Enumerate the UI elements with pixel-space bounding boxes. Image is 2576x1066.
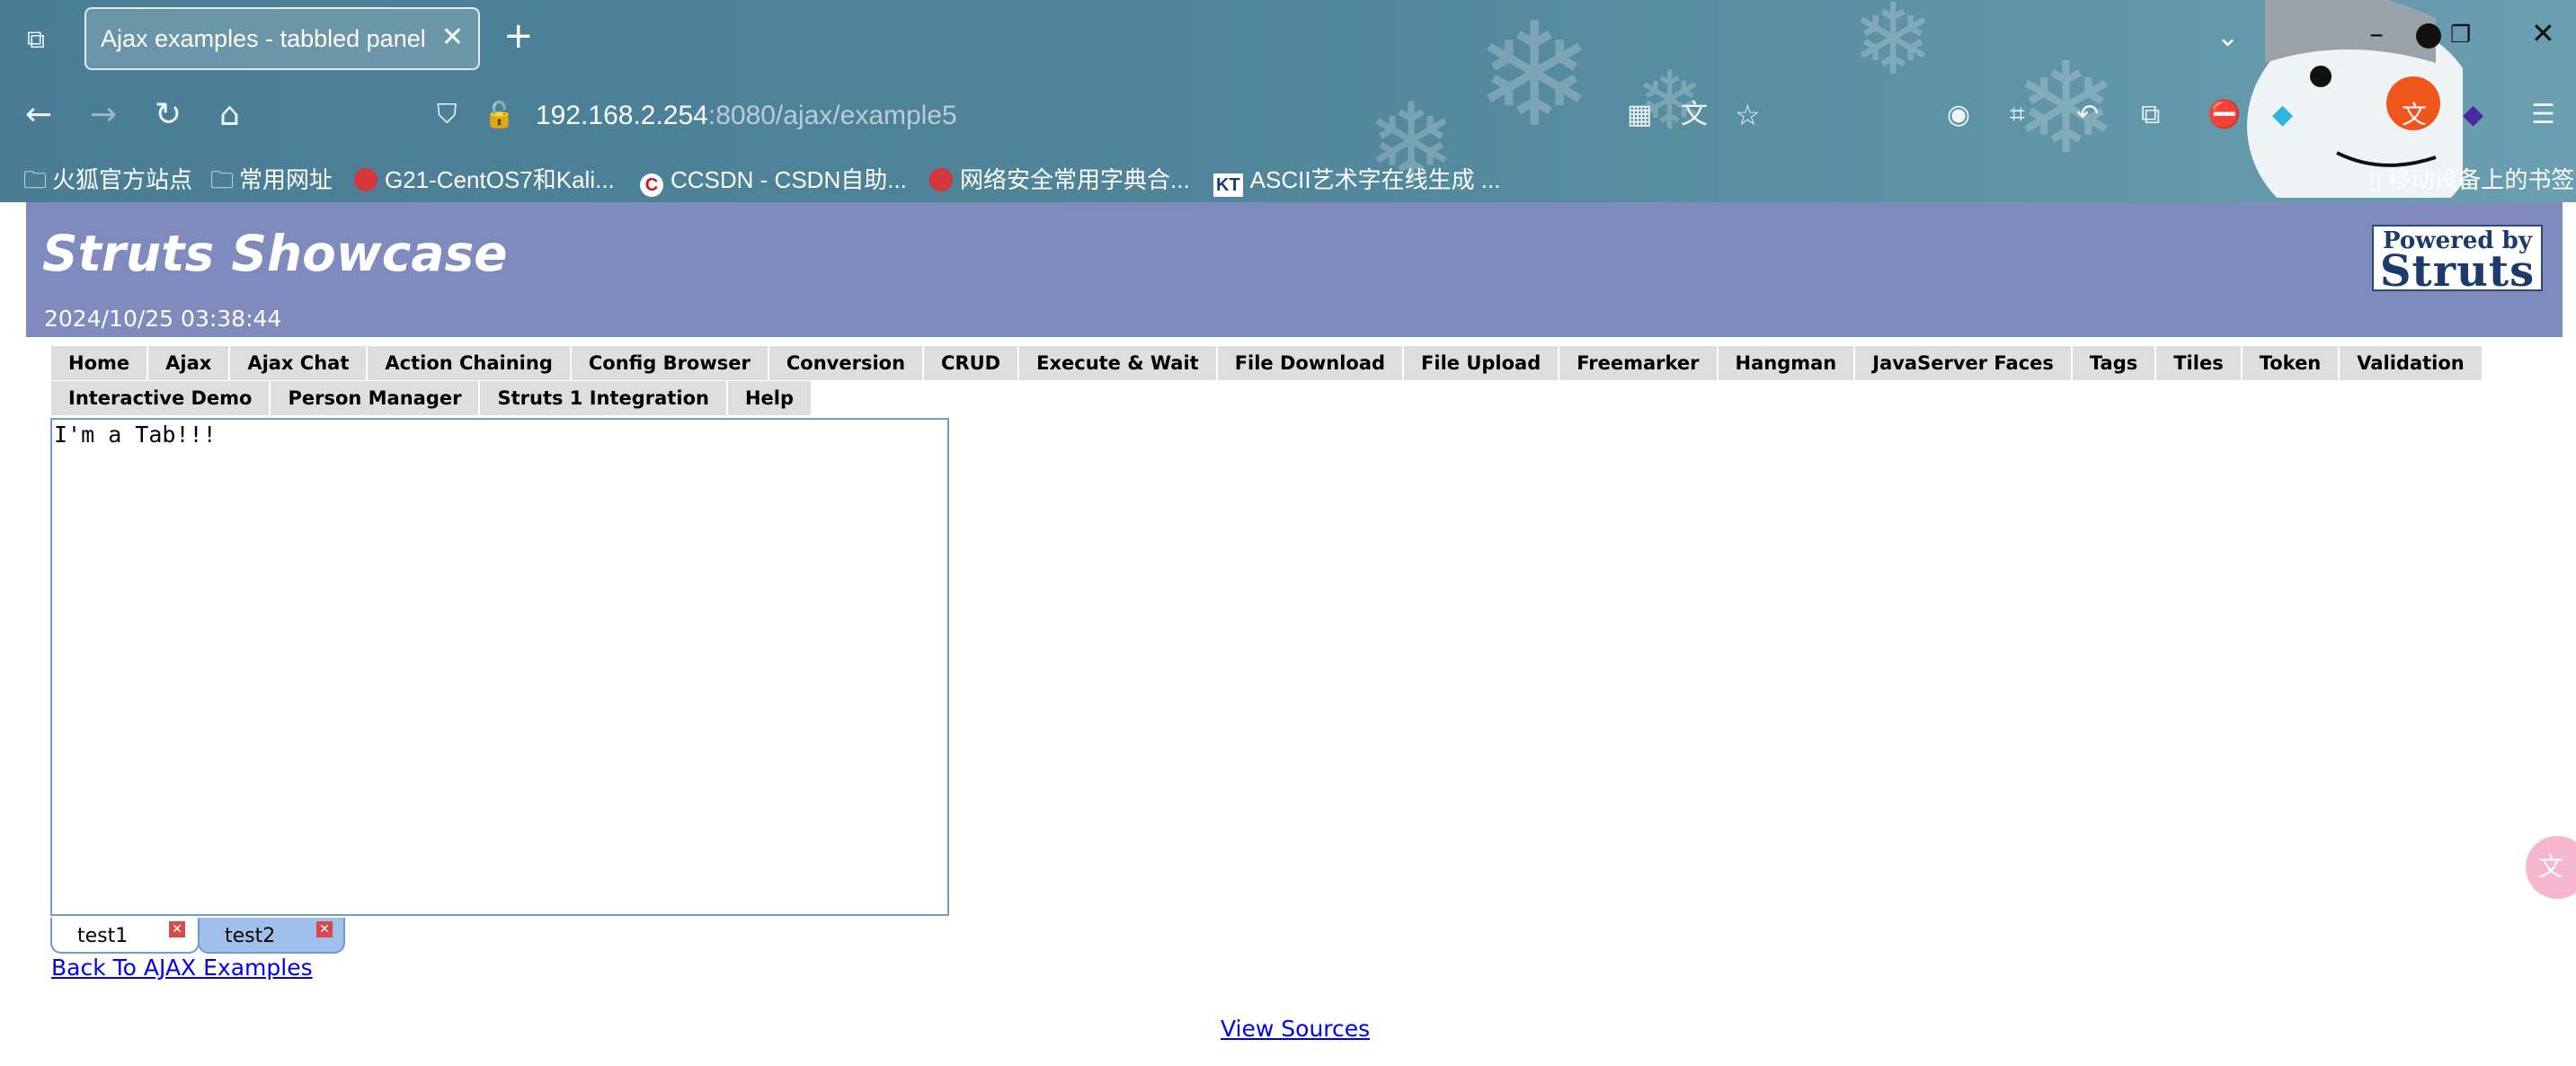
close-tab-icon[interactable]: ✕ xyxy=(316,921,333,937)
insecure-lock-icon[interactable]: 🔓 xyxy=(484,97,515,133)
bookmark-label: CCSDN - CSDN自助... xyxy=(671,166,907,193)
menu-item-tiles[interactable]: Tiles xyxy=(2156,346,2243,380)
menu-item-action-chaining[interactable]: Action Chaining xyxy=(368,346,572,380)
menu-item-freemarker[interactable]: Freemarker xyxy=(1559,346,1719,380)
qr-code-icon[interactable]: ▦ xyxy=(1627,97,1652,133)
blocker-extension-icon[interactable]: ⛔ xyxy=(2207,97,2241,133)
menu-item-hangman[interactable]: Hangman xyxy=(1718,346,1856,380)
logo-line2: Struts xyxy=(2379,246,2536,297)
tab-test1[interactable]: test1 ✕ xyxy=(50,918,200,954)
bookmark-item[interactable]: 网络安全常用字典合... xyxy=(929,162,1190,195)
back-to-ajax-link[interactable]: Back To AJAX Examples xyxy=(51,955,313,981)
menu-item-ajax-chat[interactable]: Ajax Chat xyxy=(230,346,369,380)
translate-extension-icon[interactable]: 文 xyxy=(2402,97,2427,133)
menu-item-execute-wait[interactable]: Execute & Wait xyxy=(1019,346,1218,380)
header-datetime: 2024/10/25 03:38:44 xyxy=(44,306,282,332)
csdn-icon: C xyxy=(640,173,663,197)
tabbed-panel: I'm a Tab!!! xyxy=(50,418,949,916)
extension-icon[interactable]: ◆ xyxy=(2272,97,2293,133)
menu-item-tags[interactable]: Tags xyxy=(2072,346,2157,380)
mobile-bookmarks-label: 移动设备上的书签 xyxy=(2387,166,2575,193)
floating-translate-icon[interactable]: 文 xyxy=(2526,836,2576,899)
shield-icon[interactable]: ⛉ xyxy=(437,97,457,133)
red-circle-icon xyxy=(354,168,378,191)
menu-item-file-download[interactable]: File Download xyxy=(1217,346,1405,380)
view-sources-link[interactable]: View Sources xyxy=(1221,1016,1370,1042)
bookmark-label: 火狐官方站点 xyxy=(52,166,193,193)
tab-content-text: I'm a Tab!!! xyxy=(54,422,217,448)
url-host: 192.168.2.254 xyxy=(536,101,708,130)
reload-icon[interactable]: ↻ xyxy=(155,97,182,133)
folder-icon: 🗀 xyxy=(210,166,235,193)
mobile-bookmarks[interactable]: ▯ 移动设备上的书签 xyxy=(2369,162,2574,195)
main-menu-row1: Home Ajax Ajax Chat Action Chaining Conf… xyxy=(51,346,2483,380)
menu-item-javaserver-faces[interactable]: JavaServer Faces xyxy=(1855,346,2073,380)
minimize-icon[interactable]: – xyxy=(2369,16,2384,50)
mobile-device-icon: ▯ xyxy=(2369,166,2383,193)
menu-item-person-manager[interactable]: Person Manager xyxy=(271,381,481,415)
kt-icon: KT xyxy=(1213,173,1243,197)
bookmark-item[interactable]: 🗀 常用网址 xyxy=(210,162,333,202)
bookmark-label: 网络安全常用字典合... xyxy=(960,166,1190,193)
menu-item-token[interactable]: Token xyxy=(2242,346,2341,380)
url-text: 192.168.2.254:8080/ajax/example5 xyxy=(536,101,957,131)
bookmark-label: 常用网址 xyxy=(239,166,333,193)
tab-list-icon[interactable]: ⧉ xyxy=(20,25,52,54)
bookmark-label: ASCII艺术字在线生成 ... xyxy=(1249,166,1501,193)
new-tab-icon[interactable]: + xyxy=(503,18,534,54)
menu-item-config-browser[interactable]: Config Browser xyxy=(571,346,769,380)
bookmark-star-icon[interactable]: ☆ xyxy=(1735,97,1761,133)
extension-diamond-icon[interactable]: ◆ xyxy=(2463,97,2483,133)
window-close-icon[interactable]: ✕ xyxy=(2531,16,2555,50)
tab-label: test2 xyxy=(225,925,276,947)
menu-item-help[interactable]: Help xyxy=(727,381,813,415)
crop-icon[interactable]: ⌗ xyxy=(2010,97,2025,133)
folder-icon: 🗀 xyxy=(23,166,48,193)
page-content: Struts Showcase 2024/10/25 03:38:44 Powe… xyxy=(0,202,2576,1066)
browser-tab-title: Ajax examples - tabbled panel xyxy=(101,25,426,52)
extensions-icon[interactable]: ⧉ xyxy=(2141,97,2160,133)
navigation-toolbar: ← → ↻ ⌂ ⛉ 🔓 192.168.2.254:8080/ajax/exam… xyxy=(0,83,2576,147)
bookmark-item[interactable]: 🗀 火狐官方站点 xyxy=(23,162,192,202)
menu-item-home[interactable]: Home xyxy=(51,346,149,380)
powered-by-struts-logo[interactable]: Powered by Struts xyxy=(2372,225,2543,297)
bookmark-item[interactable]: G21-CentOS7和Kali... xyxy=(354,162,615,195)
address-bar[interactable]: ⛉ 🔓 192.168.2.254:8080/ajax/example5 ▦ 文… xyxy=(422,92,1771,138)
browser-chrome: ❄ ❄ ❄ ❄ ❄ ⧉ Ajax examples - tabbled pane… xyxy=(0,0,2576,202)
menu-icon[interactable]: ☰ xyxy=(2531,97,2555,133)
forward-icon[interactable]: → xyxy=(90,97,117,133)
menu-item-crud[interactable]: CRUD xyxy=(924,346,1020,380)
site-header: Struts Showcase 2024/10/25 03:38:44 Powe… xyxy=(26,202,2563,337)
url-path: :8080/ajax/example5 xyxy=(707,101,957,130)
translate-icon[interactable]: 文 xyxy=(1681,97,1708,133)
menu-item-file-upload[interactable]: File Upload xyxy=(1404,346,1560,380)
bookmarks-toolbar: 🗀 火狐官方站点 🗀 常用网址 G21-CentOS7和Kali... C CCSDN… xyxy=(0,155,2576,200)
menu-item-interactive-demo[interactable]: Interactive Demo xyxy=(51,381,271,415)
main-menu-row2: Interactive Demo Person Manager Struts 1… xyxy=(51,381,813,415)
tab-label: test1 xyxy=(77,925,129,947)
restore-icon[interactable]: ❐ xyxy=(2450,22,2471,49)
account-icon[interactable]: ◉ xyxy=(1947,97,1970,133)
tab-strip: ⧉ Ajax examples - tabbled panel ✕ + ⌄ – … xyxy=(0,0,2576,79)
back-icon[interactable]: ← xyxy=(25,97,52,133)
bookmark-label: G21-CentOS7和Kali... xyxy=(385,166,615,193)
red-circle-icon xyxy=(929,168,953,191)
page-title: Struts Showcase xyxy=(42,225,508,282)
close-tab-icon[interactable]: ✕ xyxy=(441,22,464,53)
menu-item-ajax[interactable]: Ajax xyxy=(148,346,231,380)
bookmark-item[interactable]: C CCSDN - CSDN自助... xyxy=(640,162,907,197)
browser-tab-active[interactable]: Ajax examples - tabbled panel ✕ xyxy=(84,7,480,70)
home-icon[interactable]: ⌂ xyxy=(219,97,240,133)
tab-test2[interactable]: test2 ✕ xyxy=(198,918,345,954)
undo-icon[interactable]: ↶ xyxy=(2076,97,2099,133)
chevron-down-icon[interactable]: ⌄ xyxy=(2216,22,2239,53)
menu-item-struts1-integration[interactable]: Struts 1 Integration xyxy=(480,381,728,415)
close-tab-icon[interactable]: ✕ xyxy=(169,921,185,937)
menu-item-conversion[interactable]: Conversion xyxy=(768,346,925,380)
menu-item-validation[interactable]: Validation xyxy=(2340,346,2483,380)
bookmark-item[interactable]: KT ASCII艺术字在线生成 ... xyxy=(1213,162,1500,197)
